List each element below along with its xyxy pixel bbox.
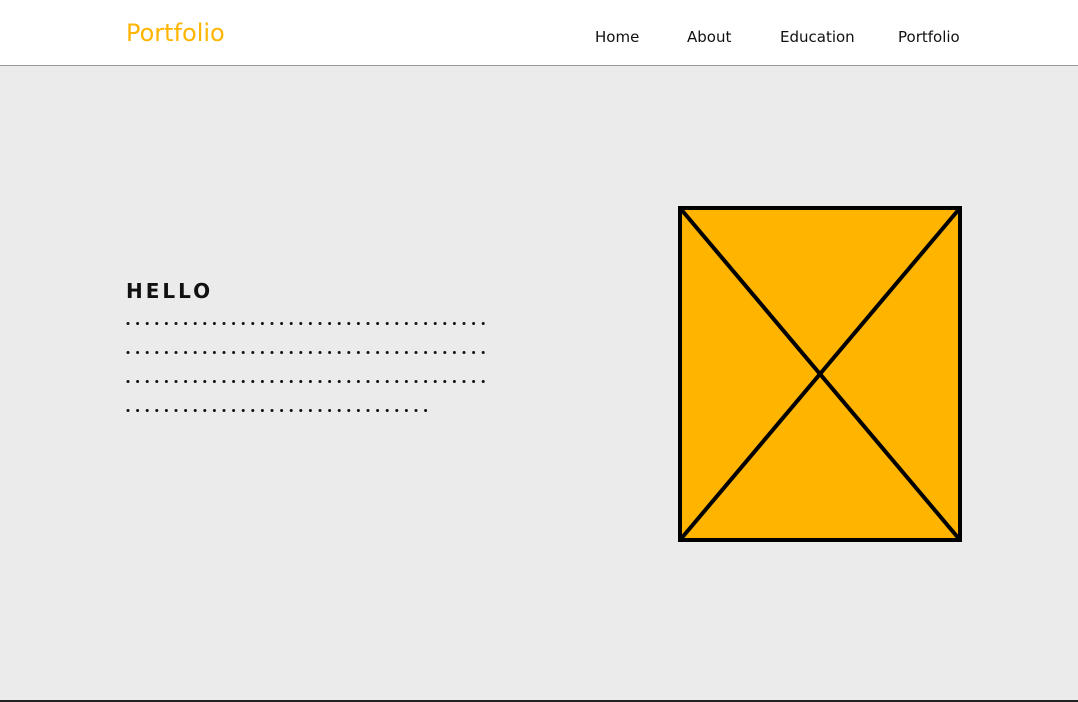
page: Portfolio Home About Education Portfolio…: [0, 0, 1078, 702]
hero-section: HELLO: [0, 66, 1078, 702]
image-placeholder-icon: [678, 206, 962, 542]
placeholder-text-line: [126, 380, 494, 383]
nav-about[interactable]: About: [687, 27, 731, 47]
placeholder-text-line: [126, 322, 494, 325]
hero-title: HELLO: [126, 279, 214, 303]
placeholder-text-line: [126, 409, 436, 412]
nav-portfolio[interactable]: Portfolio: [898, 27, 960, 47]
nav-education[interactable]: Education: [780, 27, 855, 47]
brand-logo[interactable]: Portfolio: [126, 16, 225, 50]
nav-home[interactable]: Home: [595, 27, 639, 47]
header: Portfolio Home About Education Portfolio: [0, 0, 1078, 66]
placeholder-text-line: [126, 351, 494, 354]
